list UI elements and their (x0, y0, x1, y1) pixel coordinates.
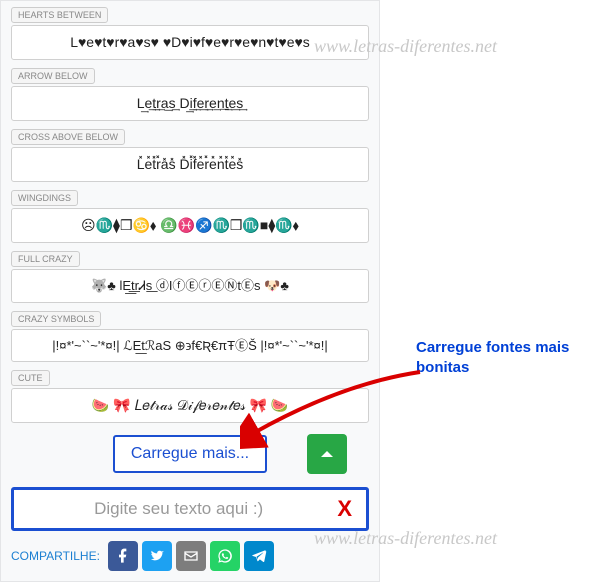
share-label: COMPARTILHE: (11, 549, 100, 563)
caret-up-icon (318, 445, 336, 463)
share-twitter-button[interactable] (142, 541, 172, 571)
annotation-text: Carregue fontes mais bonitas (416, 338, 596, 377)
font-generator-panel: HEARTS BETWEEN L♥e♥t♥r♥a♥s♥ ♥D♥i♥f♥e♥r♥e… (0, 0, 380, 582)
style-block: FULL CRAZY 🐺♣ lE͟t͟rᏗs͟ ⓓIⓕⒺⓡⒺⓃtⒺs 🐶♣ (11, 249, 369, 303)
style-output[interactable]: L̽e̽t̽r̽a̽s̽ D̽i̽f̽e̽r̽e̽n̽t̽e̽s̽ (11, 147, 369, 182)
telegram-icon (251, 548, 267, 564)
style-block: CUTE 🍉 🎀 𝐿𝑒𝓉𝓇𝒶𝓈 𝒟𝒾𝒻𝑒𝓇𝑒𝓃𝓉𝑒𝓈 🎀 🍉 (11, 368, 369, 423)
load-more-row: Carregue mais... (11, 435, 369, 473)
facebook-icon (115, 548, 131, 564)
style-label-button[interactable]: HEARTS BETWEEN (11, 7, 108, 23)
whatsapp-icon (217, 548, 233, 564)
style-output[interactable]: |!¤*'~``~'*¤!| ℒE͟tℛaS ⊕϶f€Ʀ€πŦⒺŠ |!¤*'~… (11, 329, 369, 363)
style-block: ARROW BELOW L͢e͢t͢r͢a͢s͢ D͢i͢f͢e͢r͢e͢n͢t… (11, 66, 369, 121)
share-row: COMPARTILHE: (11, 541, 369, 571)
style-output[interactable]: 🍉 🎀 𝐿𝑒𝓉𝓇𝒶𝓈 𝒟𝒾𝒻𝑒𝓇𝑒𝓃𝓉𝑒𝓈 🎀 🍉 (11, 388, 369, 423)
text-input-container: X (11, 487, 369, 531)
twitter-icon (149, 548, 165, 564)
email-icon (183, 548, 199, 564)
style-block: WINGDINGS ☹♏⧫❒♋⬧ ♎♓♐♏❒♏■⧫♏⬧ (11, 188, 369, 243)
style-label-button[interactable]: ARROW BELOW (11, 68, 95, 84)
style-label-button[interactable]: CUTE (11, 370, 50, 386)
style-label-button[interactable]: WINGDINGS (11, 190, 78, 206)
style-output[interactable]: 🐺♣ lE͟t͟rᏗs͟ ⓓIⓕⒺⓡⒺⓃtⒺs 🐶♣ (11, 269, 369, 303)
scroll-to-top-button[interactable] (307, 434, 347, 474)
style-output[interactable]: L͢e͢t͢r͢a͢s͢ D͢i͢f͢e͢r͢e͢n͢t͢e͢s͢ (11, 86, 369, 121)
style-label-button[interactable]: CROSS ABOVE BELOW (11, 129, 125, 145)
style-label-button[interactable]: CRAZY SYMBOLS (11, 311, 101, 327)
style-label-button[interactable]: FULL CRAZY (11, 251, 80, 267)
style-block: CRAZY SYMBOLS |!¤*'~``~'*¤!| ℒE͟tℛaS ⊕϶f… (11, 309, 369, 363)
style-output[interactable]: L♥e♥t♥r♥a♥s♥ ♥D♥i♥f♥e♥r♥e♥n♥t♥e♥s (11, 25, 369, 60)
clear-button[interactable]: X (333, 496, 356, 522)
style-block: CROSS ABOVE BELOW L̽e̽t̽r̽a̽s̽ D̽i̽f̽e̽r… (11, 127, 369, 182)
share-whatsapp-button[interactable] (210, 541, 240, 571)
share-facebook-button[interactable] (108, 541, 138, 571)
text-input[interactable] (24, 499, 333, 519)
load-more-button[interactable]: Carregue mais... (113, 435, 267, 473)
style-output[interactable]: ☹♏⧫❒♋⬧ ♎♓♐♏❒♏■⧫♏⬧ (11, 208, 369, 243)
share-telegram-button[interactable] (244, 541, 274, 571)
share-email-button[interactable] (176, 541, 206, 571)
style-block: HEARTS BETWEEN L♥e♥t♥r♥a♥s♥ ♥D♥i♥f♥e♥r♥e… (11, 5, 369, 60)
